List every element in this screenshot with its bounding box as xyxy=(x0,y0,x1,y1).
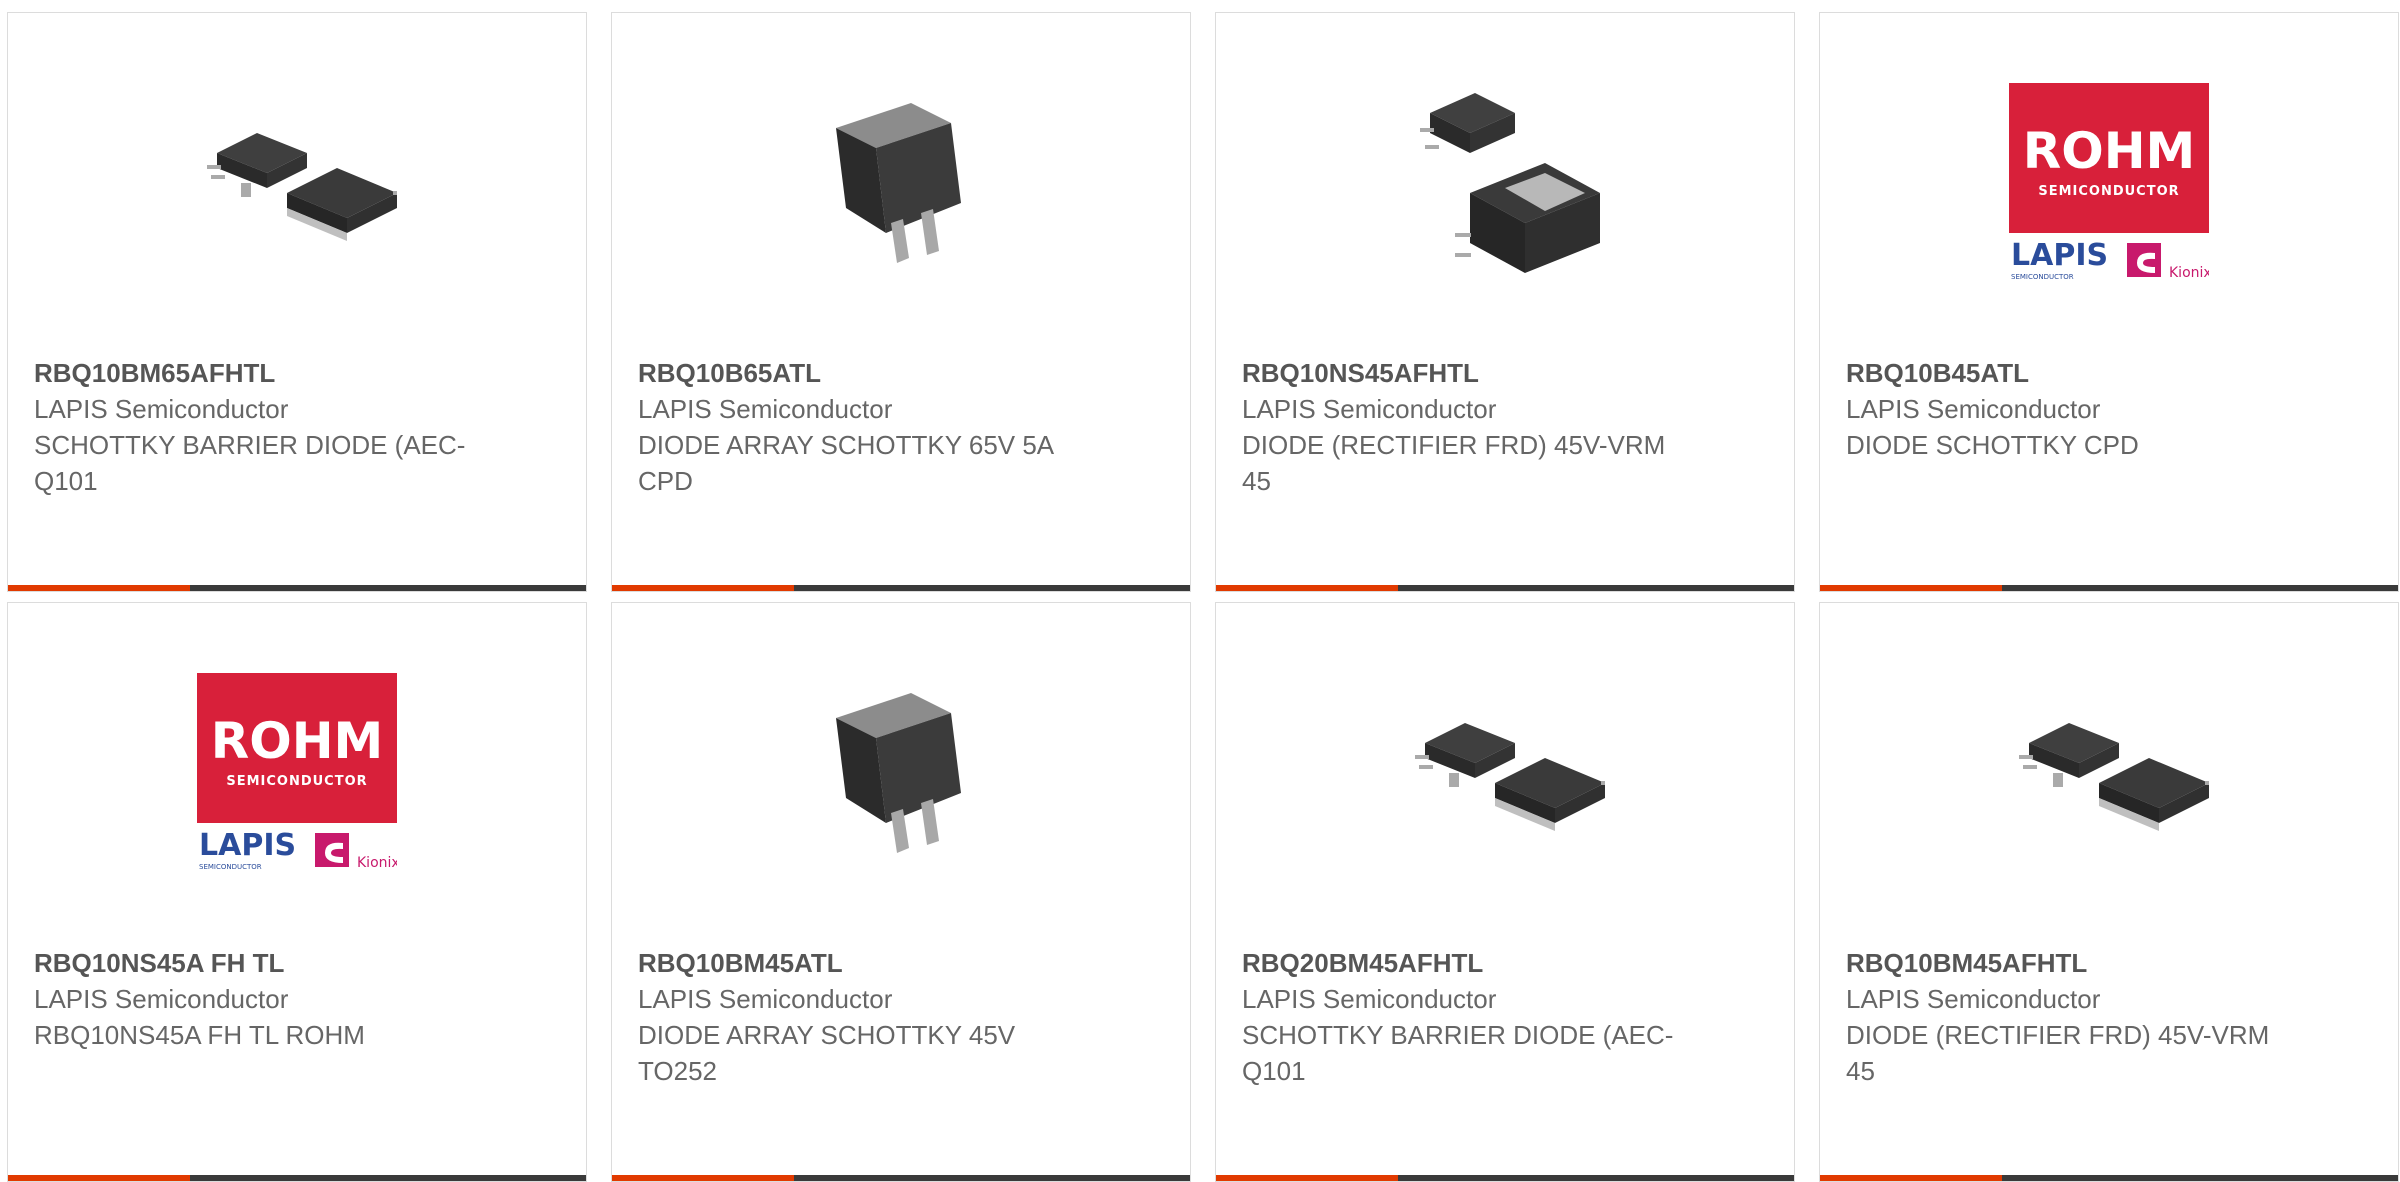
product-info: RBQ10BM45AFHTL LAPIS Semiconductor DIODE… xyxy=(1846,945,2286,1089)
manufacturer: LAPIS Semiconductor xyxy=(1846,394,2101,424)
manufacturer: LAPIS Semiconductor xyxy=(638,984,893,1014)
part-number[interactable]: RBQ20BM45AFHTL xyxy=(1242,945,1682,981)
rohm-logo-image[interactable]: ROHM SEMICONDUCTOR LAPIS SEMICONDUCTOR K… xyxy=(2009,83,2209,283)
kionix-wordmark: Kionix xyxy=(2169,265,2209,281)
description: DIODE SCHOTTKY CPD xyxy=(1846,430,2139,460)
card-accent xyxy=(8,1175,190,1181)
kionix-wordmark: Kionix xyxy=(357,855,397,871)
card-bottom-bar xyxy=(1216,585,1794,591)
product-info: RBQ10NS45A FH TL LAPIS Semiconductor RBQ… xyxy=(34,945,474,1053)
manufacturer: LAPIS Semiconductor xyxy=(1242,984,1497,1014)
part-number[interactable]: RBQ10B45ATL xyxy=(1846,355,2286,391)
rohm-logo-image[interactable]: ROHM SEMICONDUCTOR LAPIS SEMICONDUCTOR K… xyxy=(197,673,397,873)
dpak-top-bottom-image[interactable] xyxy=(1405,83,1605,283)
part-number[interactable]: RBQ10B65ATL xyxy=(638,355,1078,391)
product-card[interactable]: ROHM SEMICONDUCTOR LAPIS SEMICONDUCTOR K… xyxy=(7,602,587,1182)
description: DIODE ARRAY SCHOTTKY 45V TO252 xyxy=(638,1020,1016,1086)
product-info: RBQ10BM45ATL LAPIS Semiconductor DIODE A… xyxy=(638,945,1078,1089)
rohm-wordmark: ROHM xyxy=(211,712,384,770)
cpd-package-image[interactable] xyxy=(801,673,1001,873)
product-card[interactable]: ROHM SEMICONDUCTOR LAPIS SEMICONDUCTOR K… xyxy=(1819,12,2399,592)
card-bottom-bar xyxy=(1216,1175,1794,1181)
product-card[interactable]: RBQ20BM45AFHTL LAPIS Semiconductor SCHOT… xyxy=(1215,602,1795,1182)
manufacturer: LAPIS Semiconductor xyxy=(1242,394,1497,424)
card-accent xyxy=(1820,585,2002,591)
manufacturer: LAPIS Semiconductor xyxy=(638,394,893,424)
card-accent xyxy=(1216,585,1398,591)
product-card[interactable]: RBQ10NS45AFHTL LAPIS Semiconductor DIODE… xyxy=(1215,12,1795,592)
card-accent xyxy=(8,585,190,591)
part-number[interactable]: RBQ10NS45AFHTL xyxy=(1242,355,1682,391)
description: DIODE (RECTIFIER FRD) 45V-VRM 45 xyxy=(1846,1020,2270,1086)
card-bottom-bar xyxy=(1820,1175,2398,1181)
card-accent xyxy=(1820,1175,2002,1181)
card-accent xyxy=(1216,1175,1398,1181)
part-number[interactable]: RBQ10NS45A FH TL xyxy=(34,945,474,981)
lapis-wordmark: LAPIS xyxy=(199,828,296,863)
product-info: RBQ10BM65AFHTL LAPIS Semiconductor SCHOT… xyxy=(34,355,474,499)
card-accent xyxy=(612,585,794,591)
description: SCHOTTKY BARRIER DIODE (AEC-Q101 xyxy=(1242,1020,1674,1086)
card-bottom-bar xyxy=(8,585,586,591)
card-accent xyxy=(612,1175,794,1181)
lapis-sub: SEMICONDUCTOR xyxy=(2011,273,2074,281)
dpak-pair-image[interactable] xyxy=(2009,673,2209,873)
product-card[interactable]: RBQ10BM45ATL LAPIS Semiconductor DIODE A… xyxy=(611,602,1191,1182)
card-bottom-bar xyxy=(612,1175,1190,1181)
description: RBQ10NS45A FH TL ROHM xyxy=(34,1020,365,1050)
rohm-sub: SEMICONDUCTOR xyxy=(2038,184,2179,199)
product-info: RBQ10B45ATL LAPIS Semiconductor DIODE SC… xyxy=(1846,355,2286,463)
card-bottom-bar xyxy=(1820,585,2398,591)
product-info: RBQ20BM45AFHTL LAPIS Semiconductor SCHOT… xyxy=(1242,945,1682,1089)
product-card[interactable]: RBQ10BM45AFHTL LAPIS Semiconductor DIODE… xyxy=(1819,602,2399,1182)
dpak-pair-image[interactable] xyxy=(1405,673,1605,873)
manufacturer: LAPIS Semiconductor xyxy=(34,394,289,424)
part-number[interactable]: RBQ10BM45ATL xyxy=(638,945,1078,981)
rohm-wordmark: ROHM xyxy=(2023,122,2196,180)
part-number[interactable]: RBQ10BM45AFHTL xyxy=(1846,945,2286,981)
description: SCHOTTKY BARRIER DIODE (AEC-Q101 xyxy=(34,430,466,496)
product-grid: RBQ10BM65AFHTL LAPIS Semiconductor SCHOT… xyxy=(7,12,2399,1182)
dpak-pair-image[interactable] xyxy=(197,83,397,283)
product-info: RBQ10NS45AFHTL LAPIS Semiconductor DIODE… xyxy=(1242,355,1682,499)
product-card[interactable]: RBQ10BM65AFHTL LAPIS Semiconductor SCHOT… xyxy=(7,12,587,592)
description: DIODE ARRAY SCHOTTKY 65V 5A CPD xyxy=(638,430,1053,496)
product-card[interactable]: RBQ10B65ATL LAPIS Semiconductor DIODE AR… xyxy=(611,12,1191,592)
manufacturer: LAPIS Semiconductor xyxy=(1846,984,2101,1014)
product-info: RBQ10B65ATL LAPIS Semiconductor DIODE AR… xyxy=(638,355,1078,499)
manufacturer: LAPIS Semiconductor xyxy=(34,984,289,1014)
card-bottom-bar xyxy=(8,1175,586,1181)
lapis-sub: SEMICONDUCTOR xyxy=(199,863,262,871)
part-number[interactable]: RBQ10BM65AFHTL xyxy=(34,355,474,391)
description: DIODE (RECTIFIER FRD) 45V-VRM 45 xyxy=(1242,430,1666,496)
card-bottom-bar xyxy=(612,585,1190,591)
lapis-wordmark: LAPIS xyxy=(2011,238,2108,273)
rohm-sub: SEMICONDUCTOR xyxy=(226,774,367,789)
cpd-package-image[interactable] xyxy=(801,83,1001,283)
